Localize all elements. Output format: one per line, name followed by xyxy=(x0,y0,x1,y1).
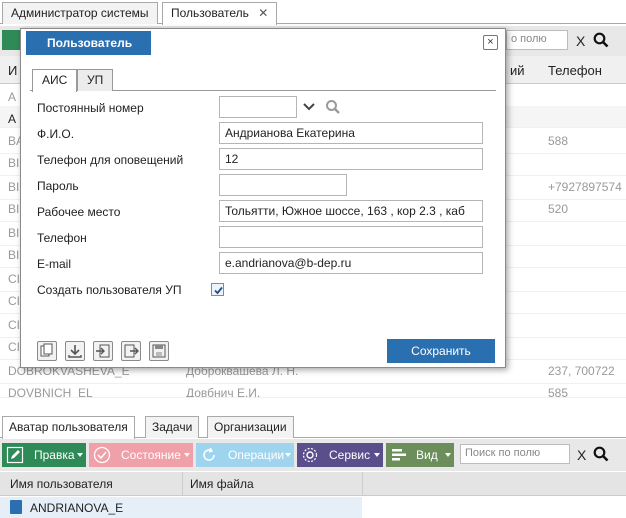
tab-organizations[interactable]: Организации xyxy=(207,416,294,438)
cell: BI xyxy=(8,226,20,240)
cell: А xyxy=(8,112,17,126)
tab-label: Администратор системы xyxy=(11,6,149,20)
tab-label: Организации xyxy=(214,420,287,434)
dialog-tab-bar: АИС УП xyxy=(30,69,496,92)
workplace-label: Рабочее место xyxy=(37,205,121,219)
phone-label: Телефон xyxy=(37,231,87,245)
permanent-number-label: Постоянный номер xyxy=(37,101,144,115)
column-divider xyxy=(182,472,183,496)
cell: DOVBNICH_EL xyxy=(8,386,93,398)
save-button[interactable]: Сохранить xyxy=(387,339,495,363)
search-icon[interactable] xyxy=(593,32,609,48)
user-file-icon xyxy=(10,500,22,514)
service-menu-button[interactable]: Сервис xyxy=(297,443,383,467)
cell: BI xyxy=(8,248,20,262)
bottom-tab-bar: Аватар пользователя Задачи Организации xyxy=(0,414,626,439)
notify-phone-field[interactable]: 12 xyxy=(219,148,483,170)
clear-search-icon[interactable]: X xyxy=(577,447,586,463)
cell: CI xyxy=(8,340,20,354)
tab-ais[interactable]: АИС xyxy=(32,69,78,92)
cell: 237, 700722 xyxy=(548,364,615,378)
notify-phone-label: Телефон для оповещений xyxy=(37,153,184,167)
cell: +7927897574 xyxy=(548,180,622,194)
create-up-label: Создать пользователя УП xyxy=(37,283,182,297)
cell: BI xyxy=(8,202,20,216)
export-icon[interactable] xyxy=(121,341,141,361)
column-divider xyxy=(362,472,363,496)
tab-label: Аватар пользователя xyxy=(9,420,128,434)
tab-label: Задачи xyxy=(152,420,193,434)
gear-icon xyxy=(302,447,318,463)
copy-icon[interactable] xyxy=(37,341,57,361)
cell: BI xyxy=(8,180,20,194)
avatar-grid-header: Имя пользователя Имя файла xyxy=(0,472,626,496)
column-header[interactable]: Имя пользователя xyxy=(10,477,113,491)
search-icon[interactable] xyxy=(593,446,609,462)
cell: 585 xyxy=(548,386,569,398)
checkmark-icon xyxy=(214,286,223,295)
download-icon[interactable] xyxy=(65,341,85,361)
tab-label: УП xyxy=(87,73,104,87)
tab-user[interactable]: Пользователь ✕ xyxy=(162,2,278,25)
search-input[interactable]: о полю xyxy=(506,30,568,50)
create-up-checkbox[interactable] xyxy=(211,283,224,296)
operations-menu-button[interactable]: Операции xyxy=(196,443,294,467)
tab-label: Пользователь xyxy=(171,6,249,20)
search-icon[interactable] xyxy=(325,99,341,115)
clear-search-icon[interactable]: X xyxy=(576,33,585,49)
search-input[interactable]: Поиск по полю xyxy=(460,444,570,464)
cell: 520 xyxy=(548,202,569,216)
table-row[interactable]: ANDRIANOVA_E xyxy=(0,497,362,518)
bottom-toolbar: Правка Состояние Операции Сервис Вид Пои… xyxy=(0,439,626,471)
button-label: Вид xyxy=(416,448,438,462)
column-header[interactable]: Имя файла xyxy=(190,477,254,491)
cell: 588 xyxy=(548,134,569,148)
email-field[interactable]: e.andrianova@b-dep.ru xyxy=(219,252,483,274)
column-header[interactable]: И xyxy=(8,63,17,78)
password-field[interactable] xyxy=(219,174,347,196)
pencil-icon xyxy=(6,446,24,464)
fio-label: Ф.И.О. xyxy=(37,127,75,141)
chevron-down-icon[interactable] xyxy=(303,102,315,112)
import-icon[interactable] xyxy=(93,341,113,361)
tab-tasks[interactable]: Задачи xyxy=(145,416,200,438)
view-menu-button[interactable]: Вид xyxy=(386,443,454,467)
tab-label: АИС xyxy=(42,73,68,87)
cell: CI xyxy=(8,318,20,332)
button-label: Состояние xyxy=(121,448,181,462)
password-label: Пароль xyxy=(37,179,79,193)
cell: BI xyxy=(8,156,20,170)
state-menu-button[interactable]: Состояние xyxy=(89,443,193,467)
user-dialog: Пользователь × АИС УП Постоянный номер Ф… xyxy=(20,28,506,368)
cell: А xyxy=(8,90,17,104)
cell: CI xyxy=(8,272,20,286)
button-label: Правка xyxy=(34,448,75,462)
list-view-icon xyxy=(392,449,406,461)
cell: Довбнич Е.И. xyxy=(186,386,261,398)
column-header[interactable]: Телефон xyxy=(548,63,602,78)
workplace-field[interactable]: Тольятти, Южное шоссе, 163 , кор 2.3 , к… xyxy=(219,200,483,222)
fio-field[interactable]: Андрианова Екатерина xyxy=(219,122,483,144)
phone-field[interactable] xyxy=(219,226,483,248)
permanent-number-combo[interactable] xyxy=(219,96,297,118)
close-icon[interactable]: ✕ xyxy=(258,6,268,20)
button-label: Операции xyxy=(228,448,285,462)
cell-username: ANDRIANOVA_E xyxy=(30,501,124,515)
column-header[interactable]: ий xyxy=(510,63,525,78)
close-icon[interactable]: × xyxy=(483,35,498,50)
cell: CI xyxy=(8,294,20,308)
save-icon[interactable] xyxy=(149,341,169,361)
refresh-icon xyxy=(203,447,215,461)
check-circle-icon xyxy=(93,446,111,464)
email-label: E-mail xyxy=(37,257,72,271)
tab-up[interactable]: УП xyxy=(77,69,114,91)
dialog-title: Пользователь xyxy=(26,31,151,55)
edit-button[interactable] xyxy=(2,30,22,50)
button-label: Сервис xyxy=(329,448,371,462)
tab-system-admin[interactable]: Администратор системы xyxy=(2,2,158,24)
table-row[interactable]: DOVBNICH_EL Довбнич Е.И. 585 xyxy=(0,380,626,398)
tab-user-avatar[interactable]: Аватар пользователя xyxy=(2,416,135,439)
top-tab-bar: Администратор системы Пользователь ✕ xyxy=(0,0,626,25)
edit-menu-button[interactable]: Правка xyxy=(2,443,86,467)
